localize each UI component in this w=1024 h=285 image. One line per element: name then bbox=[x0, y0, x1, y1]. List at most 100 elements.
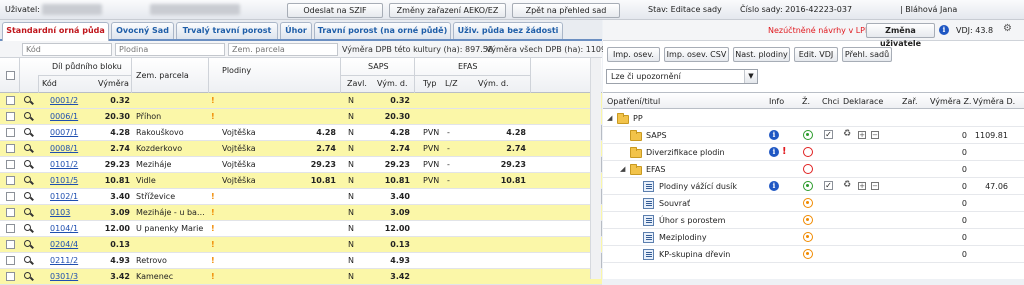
search-icon[interactable] bbox=[24, 160, 31, 167]
send-szif-button[interactable]: Odeslat na SZIF bbox=[287, 3, 383, 18]
search-icon[interactable] bbox=[24, 192, 31, 199]
plodina-filter-input[interactable] bbox=[115, 43, 225, 56]
search-icon[interactable] bbox=[24, 224, 31, 231]
search-icon[interactable] bbox=[24, 144, 31, 151]
col-kod[interactable]: Kód bbox=[42, 79, 57, 88]
search-icon[interactable] bbox=[24, 272, 31, 279]
plus-icon[interactable]: + bbox=[858, 182, 866, 190]
expand-arrow-icon[interactable]: ◢ bbox=[620, 165, 625, 173]
col-parcela[interactable]: Zem. parcela bbox=[136, 71, 189, 80]
measure-row[interactable]: SAPS i ✓ ♻ + − 0 1109.81 bbox=[603, 127, 1024, 144]
table-row[interactable]: 0211/2 4.93 Retrovo! N 4.93 bbox=[0, 253, 602, 269]
info-icon[interactable]: i bbox=[769, 181, 779, 191]
measure-row[interactable]: Úhor s porostem 0 bbox=[603, 212, 1024, 229]
table-row[interactable]: 0101/5 10.81 Vidle Vojtěška 10.81 N 10.81 PVN - 1… bbox=[0, 173, 602, 189]
chci-checkbox[interactable]: ✓ bbox=[824, 130, 833, 139]
table-row[interactable]: 0204/4 0.13! N 0.13 bbox=[0, 237, 602, 253]
table-row[interactable]: 0001/2 0.32! N 0.32 bbox=[0, 93, 602, 109]
measure-row[interactable]: KP-skupina dřevin 0 bbox=[603, 246, 1024, 263]
parcela-filter-input[interactable] bbox=[228, 43, 338, 56]
minus-icon[interactable]: − bbox=[871, 182, 879, 190]
col-vymera[interactable]: Výměra bbox=[98, 79, 129, 88]
row-checkbox[interactable] bbox=[6, 128, 15, 137]
tab-uziv-puda[interactable]: Uživ. půda bez žádosti bbox=[453, 22, 563, 39]
table-row[interactable]: 0101/2 29.23 Meziháje Vojtěška 29.23 N 29.23 PV… bbox=[0, 157, 602, 173]
row-checkbox[interactable] bbox=[6, 192, 15, 201]
col-opatreni[interactable]: Opatření/titul bbox=[607, 97, 660, 106]
table-row[interactable]: 0008/1 2.74 Kozderkovo Vojtěška 2.74 N 2.74 PVN… bbox=[0, 141, 602, 157]
tab-travni-porost[interactable]: Travní porost (na orné půdě) bbox=[314, 22, 451, 39]
search-icon[interactable] bbox=[24, 176, 31, 183]
kod-link[interactable]: 0102/1 bbox=[50, 192, 78, 201]
kod-link[interactable]: 0204/4 bbox=[50, 240, 78, 249]
kod-link[interactable]: 0006/1 bbox=[50, 112, 78, 121]
row-checkbox[interactable] bbox=[6, 176, 15, 185]
imp-osev-button[interactable]: Imp. osev. bbox=[607, 47, 660, 62]
chci-checkbox[interactable]: ✓ bbox=[824, 181, 833, 190]
table-row[interactable]: 0006/1 20.30 Příhon! N 20.30 bbox=[0, 109, 602, 125]
col-typ[interactable]: Typ bbox=[423, 79, 436, 88]
search-icon[interactable] bbox=[24, 208, 31, 215]
measure-row[interactable]: Plodiny vážící dusík i ✓ ♻ + − 0 47.06 bbox=[603, 178, 1024, 195]
tab-standard-orna[interactable]: Standardní orná půda bbox=[2, 22, 109, 41]
table-row[interactable]: 0007/1 4.28 Rakouškovo Vojtěška 4.28 N 4.28 PVN… bbox=[0, 125, 602, 141]
row-checkbox[interactable] bbox=[6, 96, 15, 105]
measure-row[interactable]: Souvrať 0 bbox=[603, 195, 1024, 212]
warning-filter-select[interactable]: Lze či upozornění ▼ bbox=[606, 69, 758, 84]
prehl-sadu-button[interactable]: Přehl. sadů bbox=[842, 47, 892, 62]
select-all-checkbox[interactable] bbox=[6, 71, 15, 80]
kod-link[interactable]: 0211/2 bbox=[50, 256, 78, 265]
info-icon[interactable]: i bbox=[939, 25, 949, 35]
row-checkbox[interactable] bbox=[6, 224, 15, 233]
grid-scrollbar[interactable] bbox=[590, 58, 601, 279]
search-icon[interactable] bbox=[24, 240, 31, 247]
col-vymd2[interactable]: Vým. d. bbox=[478, 79, 509, 88]
col-zar[interactable]: Zař. bbox=[902, 97, 917, 106]
col-chci[interactable]: Chci bbox=[822, 97, 839, 106]
col-zavl[interactable]: Zavl. bbox=[347, 79, 367, 88]
col-vymera-d[interactable]: Výměra D. bbox=[973, 97, 1015, 106]
kod-link[interactable]: 0008/1 bbox=[50, 144, 78, 153]
row-checkbox[interactable] bbox=[6, 112, 15, 121]
imp-osev-csv-button[interactable]: Imp. osev. CSV bbox=[664, 47, 729, 62]
recycle-icon[interactable]: ♻ bbox=[843, 129, 851, 139]
info-icon[interactable]: i bbox=[769, 147, 779, 157]
tab-ovocny-sad[interactable]: Ovocný Sad bbox=[111, 22, 174, 39]
tab-uhor[interactable]: Úhor bbox=[280, 22, 312, 39]
table-row[interactable]: 0104/1 12.00 U panenky Marie! N 12.00 bbox=[0, 221, 602, 237]
row-checkbox[interactable] bbox=[6, 240, 15, 249]
back-to-sets-button[interactable]: Zpět na přehled sad bbox=[512, 3, 620, 18]
row-checkbox[interactable] bbox=[6, 144, 15, 153]
tab-ttp[interactable]: Trvalý travní porost bbox=[176, 22, 278, 39]
kod-link[interactable]: 0007/1 bbox=[50, 128, 78, 137]
col-plodiny[interactable]: Plodiny bbox=[222, 66, 251, 75]
search-icon[interactable] bbox=[24, 96, 31, 103]
minus-icon[interactable]: − bbox=[871, 131, 879, 139]
row-checkbox[interactable] bbox=[6, 256, 15, 265]
nast-plodiny-button[interactable]: Nast. plodiny bbox=[733, 47, 790, 62]
kod-link[interactable]: 0103 bbox=[50, 208, 70, 217]
info-icon[interactable]: i bbox=[769, 130, 779, 140]
kod-link[interactable]: 0104/1 bbox=[50, 224, 78, 233]
col-info[interactable]: Info bbox=[769, 97, 784, 106]
gear-icon[interactable]: ⚙ bbox=[1003, 23, 1012, 34]
search-icon[interactable] bbox=[24, 256, 31, 263]
col-z[interactable]: Ž. bbox=[802, 97, 810, 106]
edit-vdj-button[interactable]: Edit. VDJ bbox=[794, 47, 838, 62]
table-row[interactable]: 0103 3.09 Meziháje - u ba…! N 3.09 bbox=[0, 205, 602, 221]
measure-row[interactable]: Diverzifikace plodin i! 0 bbox=[603, 144, 1024, 161]
kod-link[interactable]: 0301/3 bbox=[50, 272, 78, 281]
measure-row[interactable]: Meziplodiny 0 bbox=[603, 229, 1024, 246]
kod-link[interactable]: 0101/5 bbox=[50, 176, 78, 185]
col-vymd[interactable]: Vým. d. bbox=[377, 79, 408, 88]
col-lz[interactable]: L/Z bbox=[445, 79, 458, 88]
plus-icon[interactable]: + bbox=[858, 131, 866, 139]
search-icon[interactable] bbox=[24, 128, 31, 135]
aeko-changes-button[interactable]: Změny zařazení AEKO/EZ bbox=[389, 3, 506, 18]
row-checkbox[interactable] bbox=[6, 208, 15, 217]
change-user-button[interactable]: Změna uživatele bbox=[866, 23, 935, 48]
table-row[interactable]: 0301/3 3.42 Kamenec! N 3.42 bbox=[0, 269, 602, 285]
kod-link[interactable]: 0101/2 bbox=[50, 160, 78, 169]
row-checkbox[interactable] bbox=[6, 160, 15, 169]
table-row[interactable]: 0102/1 3.40 Stříževice! N 3.40 bbox=[0, 189, 602, 205]
